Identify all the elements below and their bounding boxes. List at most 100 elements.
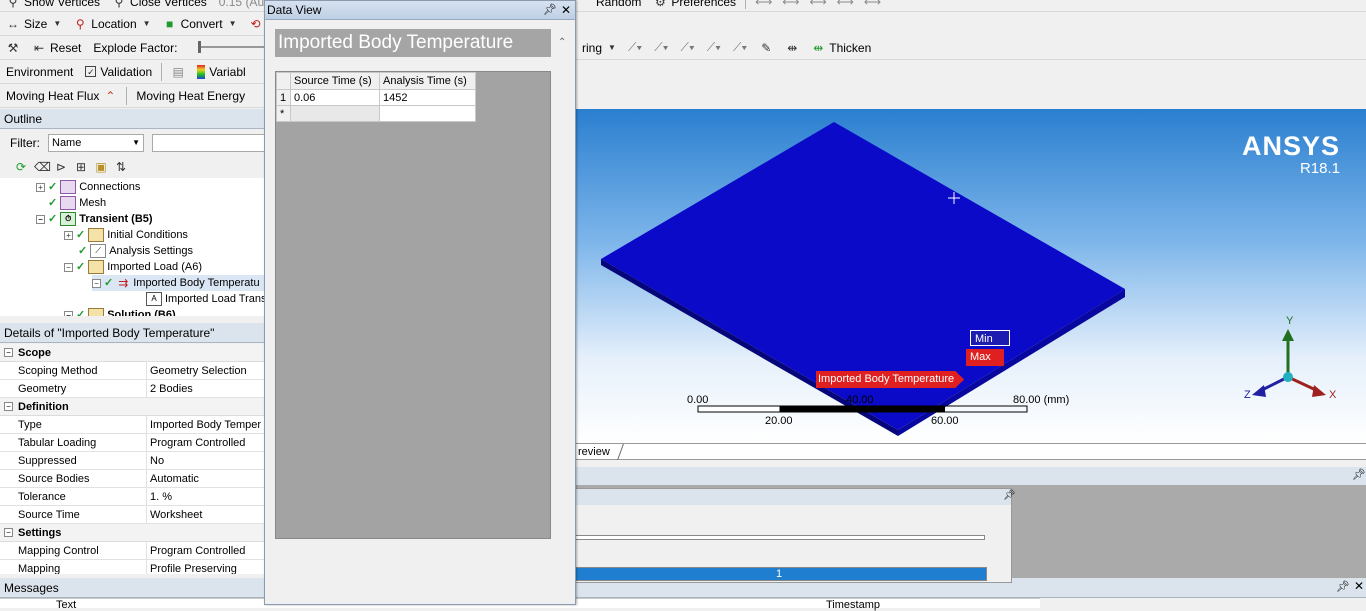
- collapse-icon[interactable]: −: [64, 262, 73, 272]
- detail-row-type[interactable]: Type Imported Body Temper: [0, 416, 266, 434]
- analysis-time-cell[interactable]: 1452: [379, 89, 476, 106]
- col-source-time-header[interactable]: Source Time (s): [290, 72, 380, 90]
- col-analysis-time-header[interactable]: Analysis Time (s): [379, 72, 476, 90]
- analysis-time-cell[interactable]: [379, 105, 476, 122]
- variable-button[interactable]: Variabl: [191, 61, 251, 83]
- max-label[interactable]: Max: [966, 349, 1004, 366]
- moving-heat-energy-button[interactable]: Moving Heat Energy: [130, 85, 251, 107]
- show-vertices-button[interactable]: ⚲ Show Vertices: [0, 0, 106, 13]
- detail-row-scoping-method[interactable]: Scoping Method Geometry Selection: [0, 362, 266, 380]
- scroll-up-icon[interactable]: ⌃: [558, 37, 566, 48]
- divider: [161, 62, 163, 81]
- collapse-icon[interactable]: −: [4, 348, 13, 357]
- size-button[interactable]: ↔ Size ▼: [0, 13, 67, 35]
- expand-icon[interactable]: +: [36, 182, 45, 192]
- preferences-button[interactable]: ⚙ Preferences: [647, 0, 742, 13]
- tree-node-connections[interactable]: + ✓ Connections: [36, 179, 140, 195]
- lower-panel-pin-icon[interactable]: 📌︎: [1352, 468, 1366, 481]
- close-vertices-button[interactable]: ⚲ Close Vertices: [106, 0, 213, 13]
- section-definition[interactable]: − Definition: [0, 398, 266, 416]
- convert-button[interactable]: ■ Convert ▼: [157, 13, 243, 35]
- progress-pin-icon[interactable]: 📌︎: [1003, 490, 1016, 501]
- graphics-viewport[interactable]: ANSYS R18.1 Min Max Imported Body Temper…: [576, 109, 1366, 443]
- check-icon: ✓: [48, 181, 58, 193]
- dimension-tools[interactable]: ⟷⟷⟷⟷⟷: [749, 0, 897, 13]
- filter-text-input[interactable]: [152, 134, 266, 152]
- explode-slider[interactable]: [198, 41, 264, 53]
- detail-row-suppressed[interactable]: Suppressed No: [0, 452, 266, 470]
- detail-row-geometry[interactable]: Geometry 2 Bodies: [0, 380, 266, 398]
- close-icon[interactable]: ✕: [561, 1, 571, 19]
- edge-tool-5[interactable]: ⟋▾: [727, 37, 753, 59]
- collapse-icon[interactable]: −: [36, 214, 45, 224]
- section-settings[interactable]: − Settings: [0, 524, 266, 542]
- environment-button[interactable]: Environment: [0, 61, 79, 83]
- tree-node-solution[interactable]: − ✓ Solution (B6): [64, 307, 176, 316]
- check-icon: ✓: [76, 261, 86, 273]
- toolbar-row-2: ↔Size▼ ⚲Location▼ ■Convert▼ ⟲M: [0, 12, 277, 36]
- tree-node-imported-load-transfer[interactable]: A Imported Load Trans: [146, 291, 266, 307]
- collapse-icon[interactable]: −: [4, 402, 13, 411]
- messages-pin-icon[interactable]: 📌︎: [1336, 580, 1350, 593]
- progress-bar-fill: 1: [572, 568, 986, 580]
- sort-icon[interactable]: ⇅: [114, 160, 128, 174]
- tree-icon[interactable]: ⊳: [54, 160, 68, 174]
- folder-icon[interactable]: ▣: [94, 160, 108, 174]
- source-time-cell[interactable]: [290, 105, 380, 122]
- worksheet-button[interactable]: ▤: [165, 61, 191, 83]
- collapse-icon[interactable]: −: [92, 278, 101, 288]
- explode-icon-button[interactable]: ⚒: [0, 37, 26, 59]
- heat-flux-icon: ⌃: [105, 88, 116, 103]
- pin-icon[interactable]: 📌︎: [543, 1, 557, 19]
- slider-thumb[interactable]: [198, 41, 201, 53]
- source-time-cell[interactable]: 0.06: [290, 89, 380, 106]
- detail-row-mapping[interactable]: Mapping Profile Preserving: [0, 560, 266, 574]
- min-label[interactable]: Min: [970, 330, 1010, 346]
- show-vertices-icon: ⚲: [8, 0, 18, 9]
- tree-node-imported-body-temperature[interactable]: − ✓ ⇉ Imported Body Temperatu: [92, 275, 264, 291]
- pin-tool[interactable]: ✎: [753, 37, 779, 59]
- collapse-icon[interactable]: −: [4, 528, 13, 537]
- detail-row-tabular-loading[interactable]: Tabular Loading Program Controlled: [0, 434, 266, 452]
- ring-dropdown[interactable]: ring ▼: [576, 37, 622, 59]
- filter-select[interactable]: Name ▼: [48, 134, 144, 152]
- data-view-scrollbar[interactable]: ⌃: [555, 29, 571, 539]
- collapse-icon[interactable]: −: [64, 310, 73, 316]
- load-tag[interactable]: Imported Body Temperature: [816, 371, 965, 388]
- thicken-button[interactable]: ⇹ Thicken: [805, 37, 877, 59]
- tree-node-initial-conditions[interactable]: + ✓ Initial Conditions: [64, 227, 188, 243]
- location-button[interactable]: ⚲ Location ▼: [67, 13, 156, 35]
- tree-node-imported-load[interactable]: − ✓ Imported Load (A6): [64, 259, 202, 275]
- scale-label-20: 20.00: [765, 415, 793, 427]
- edge-tool-4[interactable]: ⟋▾: [701, 37, 727, 59]
- tab-review[interactable]: review: [573, 444, 624, 460]
- detail-row-source-time[interactable]: Source Time Worksheet: [0, 506, 266, 524]
- messages-col-text[interactable]: Text: [56, 599, 76, 611]
- edge-tool-1[interactable]: ⟋▾: [622, 37, 648, 59]
- section-scope[interactable]: − Scope: [0, 344, 266, 362]
- random-button[interactable]: Random: [590, 0, 647, 13]
- reset-button[interactable]: ⇤ Reset: [26, 37, 87, 59]
- messages-col-timestamp[interactable]: Timestamp: [826, 599, 880, 611]
- chevron-down-icon: ▼: [228, 19, 237, 28]
- moving-heat-flux-button[interactable]: Moving Heat Flux ⌃: [0, 85, 123, 107]
- edge-tool-3[interactable]: ⟋▾: [674, 37, 700, 59]
- edge-tool-2[interactable]: ⟋▾: [648, 37, 674, 59]
- version-dropdown[interactable]: 0.15 (Au: [213, 0, 270, 13]
- split-tool[interactable]: ⇹: [779, 37, 805, 59]
- detail-row-source-bodies[interactable]: Source Bodies Automatic: [0, 470, 266, 488]
- suppress-icon[interactable]: ⌫: [34, 160, 51, 174]
- tree-node-analysis-settings[interactable]: ✓ ⟋ Analysis Settings: [78, 243, 193, 259]
- data-view-titlebar[interactable]: Data View 📌︎ ✕: [265, 1, 575, 20]
- detail-row-mapping-control[interactable]: Mapping Control Program Controlled: [0, 542, 266, 560]
- detail-row-tolerance[interactable]: Tolerance 1. %: [0, 488, 266, 506]
- tree-node-mesh[interactable]: ✓ Mesh: [48, 195, 106, 211]
- expand-all-icon[interactable]: ⊞: [74, 160, 88, 174]
- validation-button[interactable]: ✓ Validation: [79, 61, 158, 83]
- messages-close-icon[interactable]: ✕: [1354, 579, 1364, 593]
- toolbar-row-3: ⚒ ⇤ Reset Explode Factor: ring ▼ ⟋▾ ⟋▾ ⟋▾ …: [0, 36, 1366, 60]
- refresh-icon[interactable]: ⟳: [14, 160, 28, 174]
- tree-node-transient[interactable]: − ✓ ⏱ Transient (B5): [36, 211, 153, 227]
- expand-icon[interactable]: +: [64, 230, 73, 240]
- data-view-table-area: Source Time (s) Analysis Time (s) 1 0.06…: [275, 71, 551, 539]
